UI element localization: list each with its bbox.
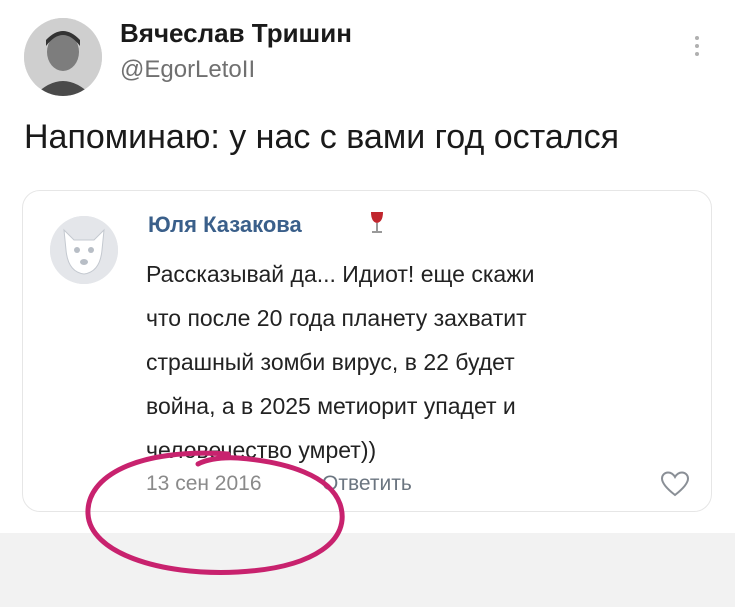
more-vertical-icon[interactable] bbox=[690, 34, 704, 58]
comment-text-line: страшный зомби вирус, в 22 будет bbox=[146, 349, 515, 375]
comment-author-avatar[interactable] bbox=[50, 216, 118, 284]
comment-text: Рассказывай да... Идиот! еще скажи что п… bbox=[146, 252, 686, 472]
screenshot-page: Вячеслав Тришин @EgorLetoII Напоминаю: у… bbox=[0, 0, 735, 607]
circle-annotation bbox=[78, 448, 354, 582]
comment-text-line: что после 20 года планету захватит bbox=[146, 305, 527, 331]
comment-author-name[interactable]: Юля Казакова bbox=[148, 212, 302, 238]
heart-outline-icon[interactable] bbox=[660, 470, 690, 498]
comment-text-line: война, а в 2025 метиорит упадет и bbox=[146, 393, 516, 419]
author-handle[interactable]: @EgorLetoII bbox=[120, 56, 255, 84]
wine-glass-icon bbox=[368, 210, 386, 236]
tweet-text: Напоминаю: у нас с вами год остался bbox=[24, 118, 620, 156]
comment-text-line: Рассказывай да... Идиот! еще скажи bbox=[146, 261, 535, 287]
author-avatar[interactable] bbox=[24, 18, 102, 96]
author-name[interactable]: Вячеслав Тришин bbox=[120, 18, 352, 49]
